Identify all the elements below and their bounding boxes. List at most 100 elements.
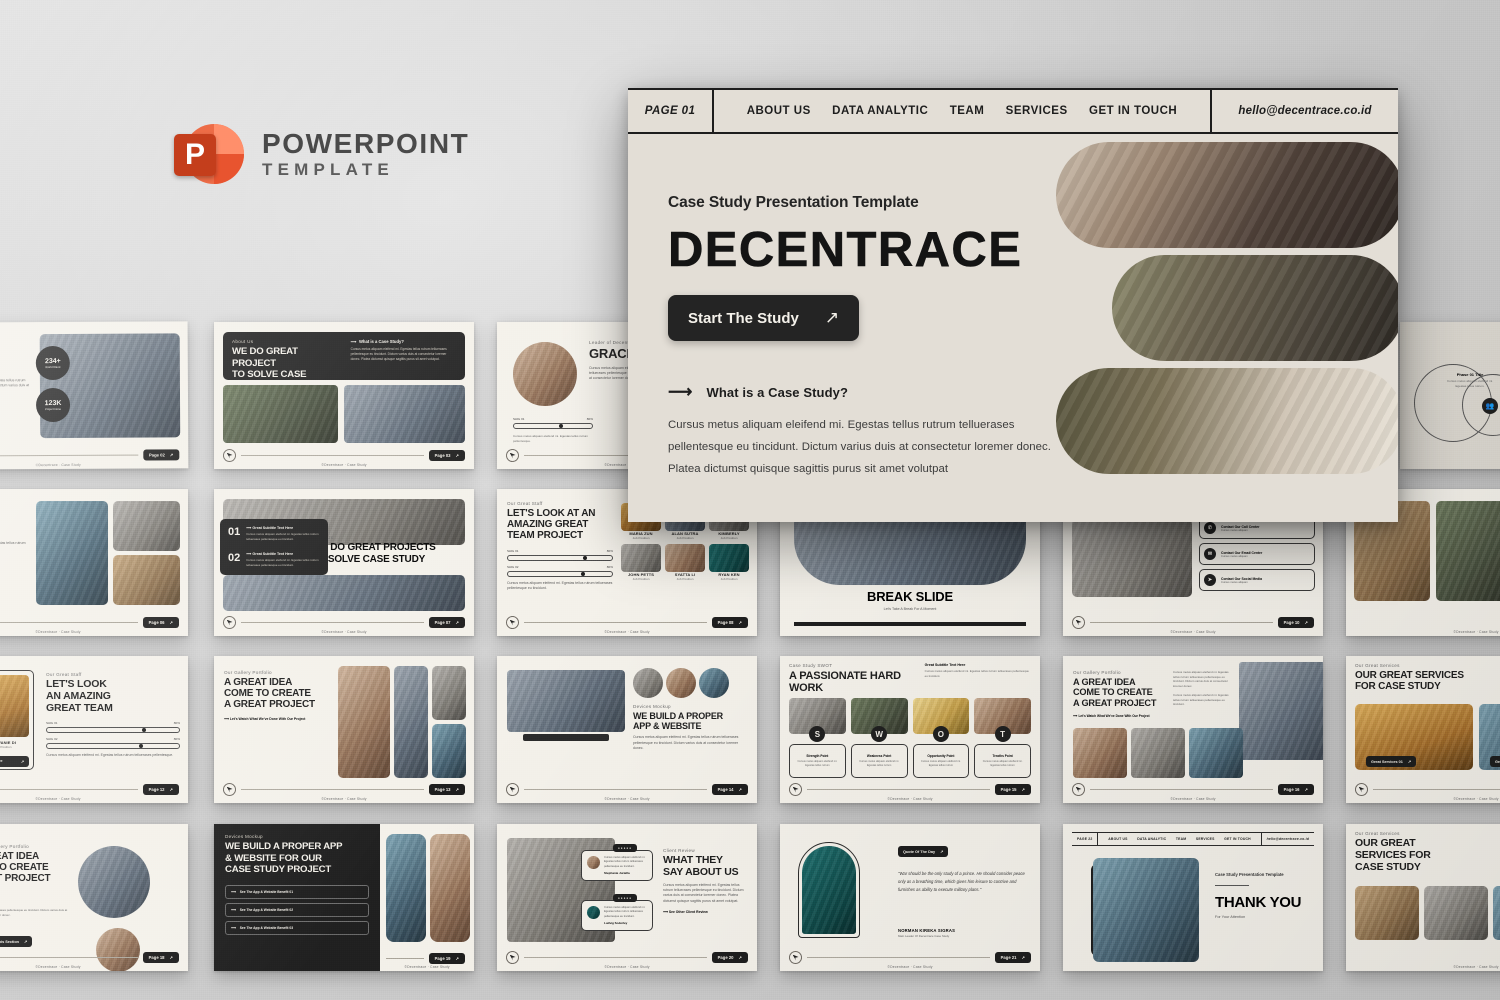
thumb-kicker: Our Great Services (1355, 831, 1400, 836)
stat-badge: 123K Project Done (35, 387, 71, 423)
slide-thumbnail-amazing-team[interactable]: ALAN SUTRA Job Position Learn More↗ STEV… (0, 656, 188, 803)
slide-thumbnail-about-steps[interactable]: About Us WE DO GREAT PROJECTSTO SOLVE CA… (214, 489, 474, 636)
page-button[interactable]: Page 03 ↗ (428, 450, 465, 461)
slide-thumbnail-data-analytics[interactable]: Data Analytics CASE STUDY DATA A Phase 0… (1400, 322, 1500, 469)
slide-credit: ©Decentrace · Case Study (1170, 630, 1216, 634)
page-button[interactable]: Page 19 ↗ (428, 953, 465, 964)
cursor-arrow-icon (789, 951, 802, 964)
nav-item-services[interactable]: SERVICES (1006, 105, 1068, 117)
start-the-study-button[interactable]: Start The Study ↗ (668, 295, 860, 341)
slide-thumbnail-gallery-3[interactable]: Our Gallery Portfolio A GREAT IDEACOME T… (0, 824, 188, 971)
slide-thumbnail-devices-mockup[interactable]: Devices Mockup WE BUILD A PROPER APP & WE… (497, 656, 757, 803)
cursor-arrow-icon (223, 449, 236, 462)
learn-more-button[interactable]: Learn More↗ (0, 755, 29, 767)
thumb-kicker: Devices Mockup (225, 834, 263, 839)
slide-thumbnail-gallery-portfolio[interactable]: Our Gallery Portfolio A GREAT IDEA COME T… (214, 656, 474, 803)
cursor-arrow-icon (789, 783, 802, 796)
arrow-up-right-icon: ↗ (1304, 787, 1308, 792)
page-button[interactable]: Page 06 ↗ (142, 617, 179, 628)
page-button[interactable]: Page 10 ↗ (1277, 617, 1314, 628)
thumb-email: hello@decentrace.co.id (1266, 837, 1309, 841)
preview-canvas: E ARECEY Cursus metus aliquam eleifend m… (0, 0, 1500, 1000)
quote-badge[interactable]: Quote Of The Day ↗ (898, 846, 949, 857)
thumb-kicker: Our Gallery Portfolio (1073, 670, 1121, 675)
slide-thumbnail-devices-2[interactable]: Devices Mockup WE BUILD A PROPER APP & WE… (214, 824, 474, 971)
slide-credit: ©Decentrace · Case Study (1453, 630, 1499, 634)
slide-thumbnail-services-2[interactable]: Our Great Services OUR GREAT SERVICES FOR… (1346, 824, 1500, 971)
thumb-kicker: Our Great Staff (507, 501, 543, 506)
page-button[interactable]: Page 12 ↗ (142, 784, 179, 795)
slide-credit: ©Decentrace · Case Study (1170, 797, 1216, 801)
nav-item-get-in-touch[interactable]: GET IN TOUCH (1089, 105, 1177, 117)
arrow-up-right-icon: ↗ (940, 850, 944, 854)
stat-label: World Client (45, 364, 61, 369)
hero-slide[interactable]: PAGE 01 ABOUT US DATA ANALYTIC TEAM SERV… (628, 88, 1398, 522)
swot-letter-icon: S (809, 726, 826, 742)
page-button[interactable]: Page 15 ↗ (994, 784, 1031, 795)
page-button[interactable]: Page 21 ↗ (994, 952, 1031, 963)
hero-headline-block: Case Study Presentation Template DECENTR… (668, 194, 1068, 341)
thumb-kicker: About Us (232, 339, 254, 344)
thumb-kicker: Our Gallery Portfolio (0, 844, 29, 849)
arrow-up-right-icon: ↗ (23, 940, 28, 944)
thumb-kicker: Our Great Services (1355, 663, 1400, 668)
page-button[interactable]: Page 08 ↗ (711, 617, 748, 628)
arrow-up-right-icon: ↗ (169, 955, 173, 960)
slide-thumbnail-swot[interactable]: Case Study SWOT A PASSIONATE HARD WORK G… (780, 656, 1040, 803)
arrow-up-right-icon: ↗ (738, 955, 742, 960)
slide-thumbnail-client-review[interactable]: Cursus metus aliquam eleifend mi. Egesta… (497, 824, 757, 971)
brand-subtitle: TEMPLATE (262, 160, 394, 180)
branding-block: P POWERPOINT TEMPLATE (172, 118, 469, 190)
arrow-up-right-icon: ↗ (1021, 955, 1025, 960)
quote-author: NORMAN KIREKA SIGRAS (898, 928, 956, 933)
swot-letter-icon: W (871, 726, 888, 742)
hero-photo-collaboration (1112, 255, 1398, 361)
slide-credit: ©Decentrace · Case Study (321, 630, 367, 634)
page-button[interactable]: Page 16 ↗ (1277, 784, 1314, 795)
hero-paragraph: Cursus metus aliquam eleifend mi. Egesta… (668, 419, 1052, 476)
thumb-page-label: PAGE 22 (1072, 833, 1099, 845)
slide-thumbnail-gallery-2[interactable]: Our Gallery Portfolio A GREAT IDEA COME T… (1063, 656, 1323, 803)
hero-headline: DECENTRACE (668, 223, 1023, 277)
nav-item-data-analytic[interactable]: DATA ANALYTIC (832, 105, 928, 117)
slide-thumbnail-thank-you[interactable]: PAGE 22 ABOUT US DATA ANALYTIC TEAM SERV… (1063, 824, 1323, 971)
slide-thumbnail-future-planning[interactable]: E OFING FORPROJECT Cursus metus aliquam … (0, 489, 188, 636)
page-button[interactable]: Page 13 ↗ (428, 784, 465, 795)
page-button[interactable]: Page 20 ↗ (711, 952, 748, 963)
powerpoint-logo-icon: P (172, 118, 244, 190)
arrow-up-right-icon: ↗ (455, 956, 459, 961)
slide-credit: ©Decentrace · Case Study (1453, 965, 1499, 969)
slide-thumbnail-quote[interactable]: Quote Of The Day ↗ "War should be the onl… (780, 824, 1040, 971)
page-button[interactable]: Page 18 ↗ (142, 952, 179, 963)
stat-badge: 234+ World Client (35, 345, 70, 381)
thumb-kicker: About Us (312, 535, 334, 540)
slide-credit: ©Decentrace · Case Study (35, 630, 81, 634)
powerpoint-logo-letter: P (184, 138, 205, 171)
nav-item-team[interactable]: TEAM (950, 105, 985, 117)
slide-credit: ©Decentrace · Case Study (1400, 463, 1500, 467)
hero-kicker: Case Study Presentation Template (668, 194, 919, 211)
service-button[interactable]: Great Services 02↗ (1490, 756, 1500, 767)
learn-more-button[interactable]: Learn More About This Section↗ (0, 936, 33, 947)
thumb-body: Cursus metus aliquam eleifend mi. Egesta… (0, 377, 30, 388)
service-button[interactable]: Great Services 01 ↗ (1366, 756, 1417, 767)
nav-item-about-us[interactable]: ABOUT US (747, 105, 811, 117)
arrow-up-right-icon: ↗ (455, 453, 459, 458)
slide-thumbnail-stats[interactable]: E ARECEY Cursus metus aliquam eleifend m… (0, 321, 189, 470)
arrow-right-icon: ⟶ (668, 382, 693, 401)
thumb-kicker: Data Analytics (1409, 329, 1500, 334)
page-button[interactable]: Page 07 ↗ (428, 617, 465, 628)
slide-thumbnail-about-us[interactable]: About Us WE DO GREAT PROJECT TO SOLVE CAS… (214, 322, 474, 469)
slide-credit: ©Decentrace · Case Study (887, 797, 933, 801)
page-button[interactable]: Page 14 ↗ (711, 784, 748, 795)
hero-question: What is a Case Study? (706, 384, 849, 400)
hero-email[interactable]: hello@decentrace.co.id (1212, 90, 1398, 132)
thumb-kicker: Our Great Staff (46, 672, 82, 677)
arrow-up-right-icon: ↗ (169, 452, 174, 458)
arrow-up-right-icon: ↗ (455, 787, 459, 792)
slide-thumbnail-services[interactable]: Our Great Services OUR GREAT SERVICES FOR… (1346, 656, 1500, 803)
hero-photo-desk-work (1056, 368, 1398, 474)
star-rating: ●●●●● (613, 844, 638, 852)
arrow-up-right-icon: ↗ (1021, 787, 1025, 792)
page-button[interactable]: Page 02 ↗ (142, 449, 180, 461)
